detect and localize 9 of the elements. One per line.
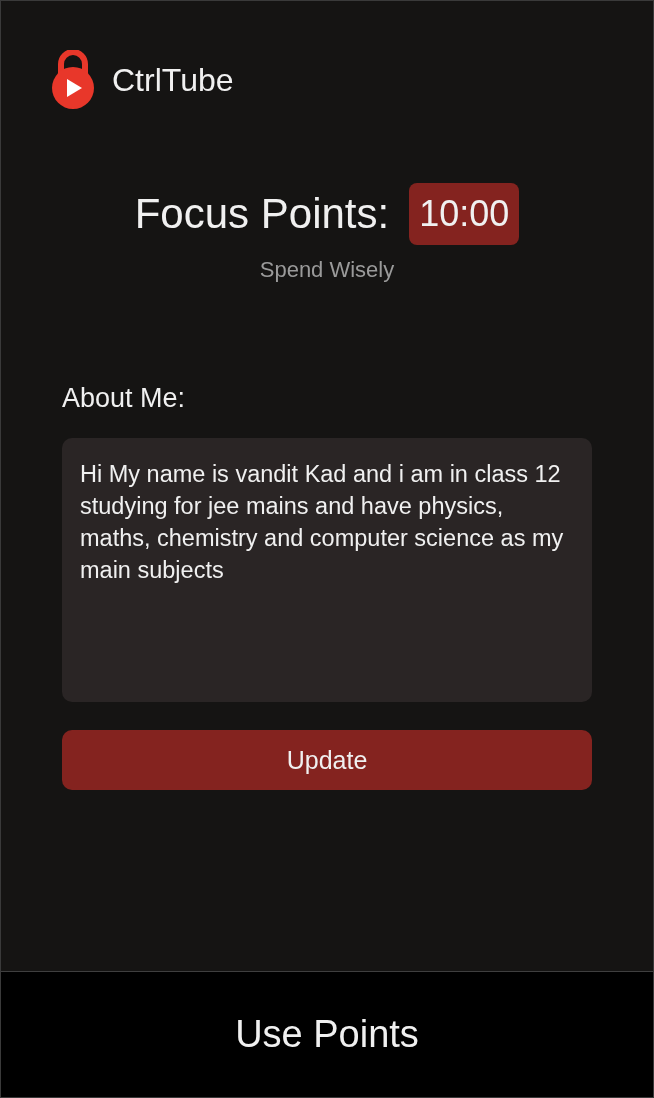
lock-play-icon <box>51 50 95 110</box>
focus-points-label: Focus Points: <box>134 190 390 238</box>
update-button[interactable]: Update <box>62 730 592 790</box>
app-name: CtrlTube <box>112 61 234 99</box>
focus-points-value: 10:00 <box>409 183 520 245</box>
use-points-button[interactable]: Use Points <box>1 971 653 1097</box>
subtitle: Spend Wisely <box>258 257 396 283</box>
about-me-field[interactable]: Hi My name is vandit Kad and i am in class 12 studying for jee mains and have physics, maths, chemistry and computer science as my main subjects <box>62 438 592 702</box>
about-me-label: About Me: <box>62 383 187 414</box>
